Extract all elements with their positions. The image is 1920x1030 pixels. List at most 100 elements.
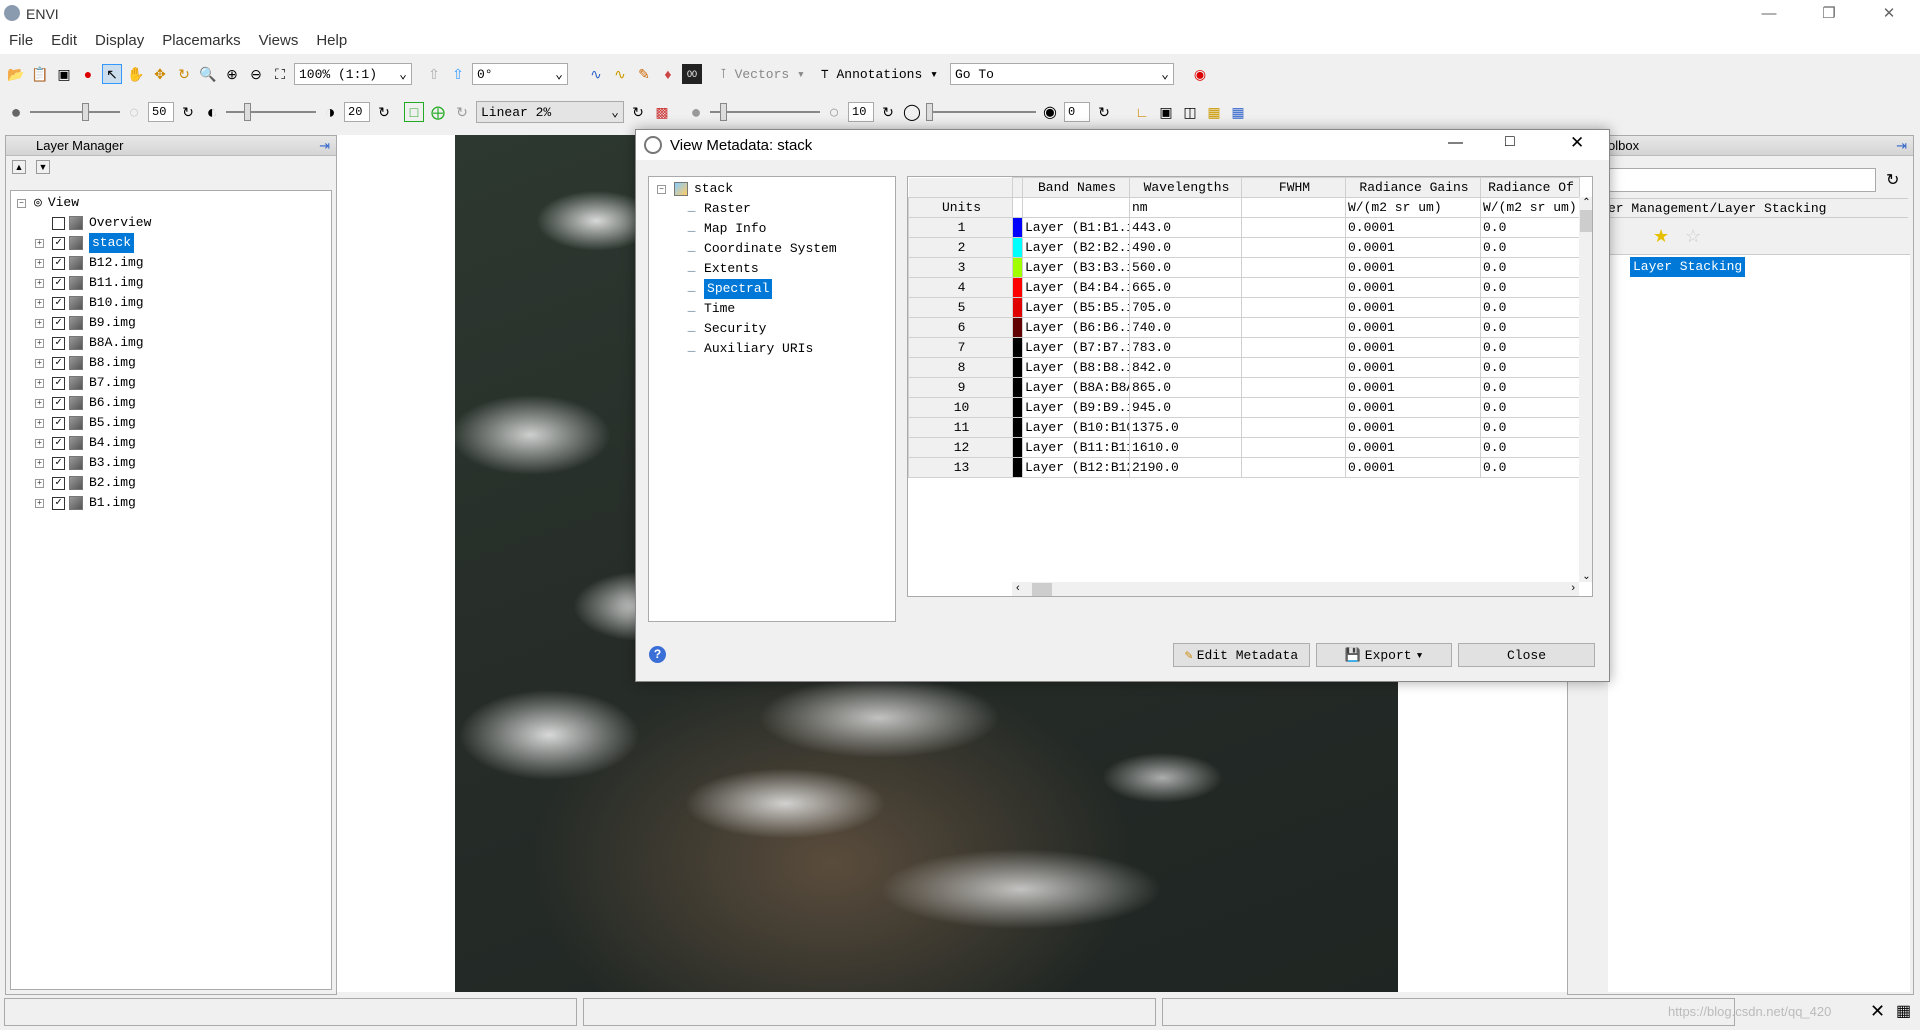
- layer-item[interactable]: + ✓ B5.img: [17, 413, 325, 433]
- table-row[interactable]: 1 Layer (B1:B1.i 443.0 0.0001 0.0: [908, 217, 1580, 238]
- metadata-tree-item[interactable]: ⚊ Map Info: [657, 219, 887, 239]
- sharpen-input[interactable]: 10: [848, 102, 874, 122]
- menu-edit[interactable]: Edit: [42, 32, 86, 49]
- histogram-icon[interactable]: ▩: [652, 102, 672, 122]
- roi-icon[interactable]: ♦: [658, 64, 678, 84]
- spectral-profile-icon[interactable]: ∿: [586, 64, 606, 84]
- radiance-gain-cell[interactable]: 0.0001: [1345, 437, 1481, 458]
- north-up-icon[interactable]: ⇧: [424, 64, 444, 84]
- band-name-cell[interactable]: Layer (B6:B6.i: [1022, 317, 1130, 338]
- band-name-cell[interactable]: Layer (B2:B2.i: [1022, 237, 1130, 258]
- wavelength-cell[interactable]: 865.0: [1129, 377, 1242, 398]
- spectral-icon[interactable]: ∿: [610, 64, 630, 84]
- stretch-select[interactable]: Linear 2% ⌄: [476, 101, 624, 123]
- layer-checkbox[interactable]: ✓: [52, 376, 65, 390]
- blend-icon[interactable]: ▦: [1228, 102, 1248, 122]
- band-name-cell[interactable]: Layer (B4:B4.i: [1022, 277, 1130, 298]
- wavelength-cell[interactable]: 490.0: [1129, 237, 1242, 258]
- fly-icon[interactable]: ✥: [150, 64, 170, 84]
- metadata-tree-root[interactable]: − stack: [657, 179, 887, 199]
- zoom-icon[interactable]: 🔍: [198, 64, 218, 84]
- expand-icon[interactable]: +: [35, 438, 44, 448]
- expand-icon[interactable]: +: [35, 398, 44, 408]
- dock-icon[interactable]: ⇥: [319, 138, 330, 154]
- radiance-gain-cell[interactable]: 0.0001: [1345, 317, 1481, 338]
- reset-contrast-icon[interactable]: ↻: [374, 102, 394, 122]
- reset-transparency-icon[interactable]: ↻: [1094, 102, 1114, 122]
- radiance-offset-cell[interactable]: 0.0: [1480, 457, 1580, 478]
- radiance-gain-cell[interactable]: 0.0001: [1345, 357, 1481, 378]
- horizontal-scrollbar[interactable]: ‹ ›: [1012, 582, 1579, 596]
- radiance-gain-cell[interactable]: 0.0001: [1345, 457, 1481, 478]
- radiance-gain-cell[interactable]: 0.0001: [1345, 417, 1481, 438]
- layer-checkbox[interactable]: ✓: [52, 236, 65, 250]
- dialog-close-button[interactable]: ✕: [1570, 133, 1584, 153]
- metadata-tree-item[interactable]: ⚊ Time: [657, 299, 887, 319]
- band-name-cell[interactable]: Layer (B1:B1.i: [1022, 217, 1130, 238]
- radiance-gain-cell[interactable]: 0.0001: [1345, 217, 1481, 238]
- band-name-cell[interactable]: Layer (B8A:B8A: [1022, 377, 1130, 398]
- rotate-north-icon[interactable]: ⇧: [448, 64, 468, 84]
- column-header[interactable]: Radiance Gains: [1345, 177, 1481, 198]
- layer-checkbox[interactable]: ✓: [52, 256, 65, 270]
- fwhm-cell[interactable]: [1241, 317, 1346, 338]
- expand-icon[interactable]: +: [35, 238, 44, 248]
- layer-item[interactable]: + ✓ B8.img: [17, 353, 325, 373]
- radiance-offset-cell[interactable]: 0.0: [1480, 397, 1580, 418]
- transparency-slider[interactable]: [926, 103, 1036, 121]
- toolbox-search-input[interactable]: [1608, 168, 1876, 192]
- fwhm-cell[interactable]: [1241, 217, 1346, 238]
- wavelength-cell[interactable]: 842.0: [1129, 357, 1242, 378]
- zoom-fit-icon[interactable]: ⛶: [270, 64, 290, 84]
- layer-item[interactable]: + ✓ B6.img: [17, 393, 325, 413]
- layer-checkbox[interactable]: ✓: [52, 396, 65, 410]
- expand-icon[interactable]: +: [35, 358, 44, 368]
- layer-checkbox[interactable]: ✓: [52, 356, 65, 370]
- radiance-offset-cell[interactable]: 0.0: [1480, 317, 1580, 338]
- radiance-offset-cell[interactable]: 0.0: [1480, 377, 1580, 398]
- table-row[interactable]: 5 Layer (B5:B5.i 705.0 0.0001 0.0: [908, 297, 1580, 318]
- fwhm-cell[interactable]: [1241, 417, 1346, 438]
- fwhm-cell[interactable]: [1241, 337, 1346, 358]
- layer-checkbox[interactable]: ✓: [52, 436, 65, 450]
- toolbox-dock-icon[interactable]: ⇥: [1896, 138, 1907, 154]
- expand-icon[interactable]: +: [35, 458, 44, 468]
- toolbox-refresh-icon[interactable]: ↻: [1886, 170, 1899, 190]
- radiance-gain-cell[interactable]: 0.0001: [1345, 277, 1481, 298]
- table-row[interactable]: 9 Layer (B8A:B8A 865.0 0.0001 0.0: [908, 377, 1580, 398]
- fit-extent-icon[interactable]: □: [404, 102, 424, 122]
- menu-placemarks[interactable]: Placemarks: [153, 32, 249, 49]
- expand-icon[interactable]: +: [35, 318, 44, 328]
- layer-item[interactable]: + ✓ B8A.img: [17, 333, 325, 353]
- table-row[interactable]: 8 Layer (B8:B8.i 842.0 0.0001 0.0: [908, 357, 1580, 378]
- table-row[interactable]: 12 Layer (B11:B11 1610.0 0.0001 0.0: [908, 437, 1580, 458]
- fwhm-cell[interactable]: [1241, 457, 1346, 478]
- zoom-select[interactable]: 100% (1:1) ⌄: [294, 63, 412, 85]
- expand-icon[interactable]: +: [35, 298, 44, 308]
- notification-icon[interactable]: ◉: [1190, 64, 1210, 84]
- crop-icon[interactable]: ▣: [54, 64, 74, 84]
- layer-item[interactable]: + ✓ B10.img: [17, 293, 325, 313]
- expand-icon[interactable]: +: [35, 278, 44, 288]
- table-row[interactable]: 4 Layer (B4:B4.i 665.0 0.0001 0.0: [908, 277, 1580, 298]
- radiance-offset-cell[interactable]: 0.0: [1480, 217, 1580, 238]
- process-manager-icon[interactable]: ▦: [1896, 1001, 1911, 1021]
- dialog-maximize-button[interactable]: □: [1505, 133, 1515, 151]
- placemark-icon[interactable]: ●: [78, 64, 98, 84]
- radiance-gain-cell[interactable]: 0.0001: [1345, 297, 1481, 318]
- band-name-cell[interactable]: Layer (B11:B11: [1022, 437, 1130, 458]
- expand-icon[interactable]: +: [35, 258, 44, 268]
- sharpen-slider[interactable]: [710, 103, 820, 121]
- radiance-offset-cell[interactable]: 0.0: [1480, 257, 1580, 278]
- restore-button[interactable]: ❐: [1800, 0, 1858, 27]
- pencil-icon[interactable]: ✎: [634, 64, 654, 84]
- band-name-cell[interactable]: Layer (B5:B5.i: [1022, 297, 1130, 318]
- metadata-tree-item[interactable]: ⚊ Security: [657, 319, 887, 339]
- metadata-tree-item[interactable]: ⚊ Extents: [657, 259, 887, 279]
- column-header[interactable]: FWHM: [1241, 177, 1346, 198]
- pan-icon[interactable]: ✋: [126, 64, 146, 84]
- menu-display[interactable]: Display: [86, 32, 153, 49]
- metadata-tree-item[interactable]: ⚊ Coordinate System: [657, 239, 887, 259]
- layer-checkbox[interactable]: ✓: [52, 476, 65, 490]
- fwhm-cell[interactable]: [1241, 277, 1346, 298]
